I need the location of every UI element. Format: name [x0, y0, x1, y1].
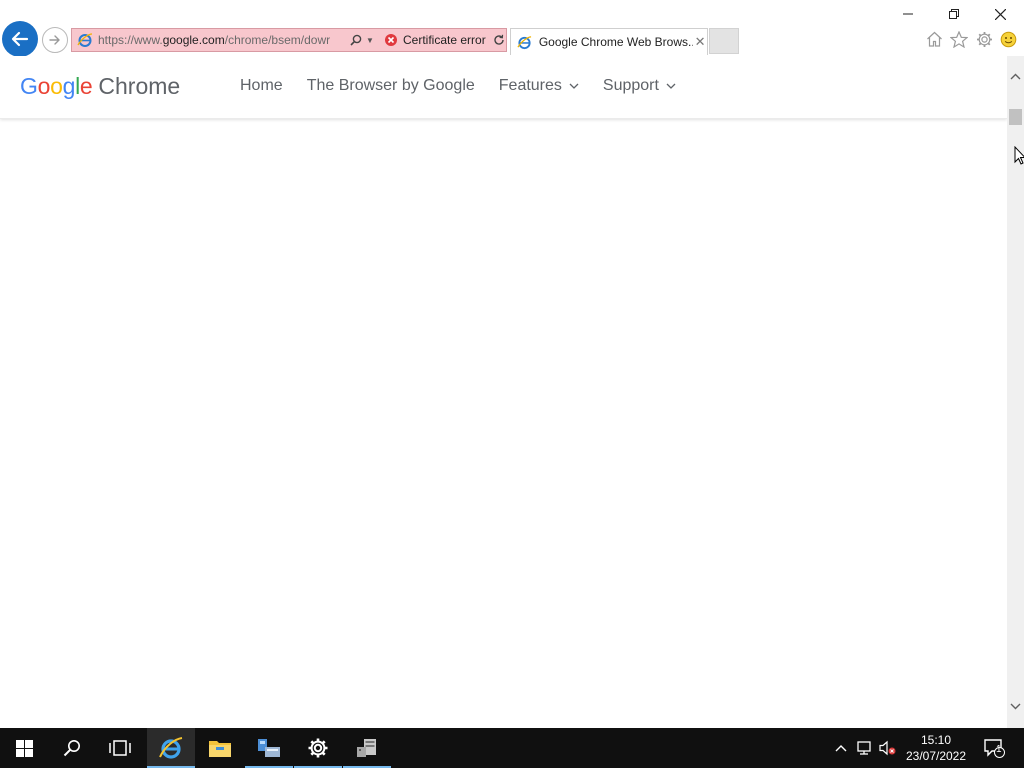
taskbar-file-explorer[interactable] — [196, 728, 244, 768]
page-viewport: Google Chrome Home The Browser by Google… — [0, 56, 1007, 728]
volume-muted-icon[interactable] — [879, 738, 897, 758]
network-manager-icon — [258, 739, 280, 757]
action-center-button[interactable]: 1 — [982, 736, 1006, 760]
scroll-down-button[interactable] — [1007, 698, 1024, 715]
certificate-error-label[interactable]: Certificate error — [403, 33, 486, 47]
nav-browser-by-google[interactable]: The Browser by Google — [307, 77, 475, 95]
logo-letter: o — [50, 73, 63, 99]
taskbar-internet-explorer[interactable] — [147, 728, 195, 768]
settings-gear-icon[interactable] — [974, 29, 994, 49]
close-icon — [994, 8, 1006, 20]
home-icon[interactable] — [924, 29, 944, 49]
logo-letter: G — [20, 73, 38, 99]
minimize-button[interactable] — [885, 0, 931, 28]
restore-icon — [949, 9, 959, 19]
back-arrow-icon — [11, 31, 29, 47]
chrome-wordmark: Chrome — [98, 73, 181, 99]
address-url[interactable]: https://www.google.com/chrome/bsem/dowr — [98, 33, 346, 47]
nav-support[interactable]: Support — [603, 77, 676, 95]
chevron-down-icon — [1010, 703, 1021, 710]
nav-home[interactable]: Home — [240, 77, 283, 95]
google-wordmark: Google — [20, 73, 93, 100]
feedback-smiley-icon[interactable] — [998, 29, 1018, 49]
network-tray-icon[interactable] — [856, 738, 874, 758]
start-icon — [15, 739, 33, 757]
settings-icon — [308, 738, 328, 758]
url-prefix: https://www. — [98, 33, 163, 47]
nav-features[interactable]: Features — [499, 77, 579, 95]
notification-count: 1 — [996, 744, 1002, 755]
taskbar-server-manager[interactable] — [343, 728, 391, 768]
chevron-down-icon — [569, 81, 579, 91]
tray-overflow-icon[interactable] — [832, 738, 850, 758]
address-dropdown-icon[interactable]: ▼ — [364, 36, 376, 45]
back-button[interactable] — [2, 21, 38, 57]
internet-explorer-icon — [159, 737, 183, 759]
mouse-cursor-icon — [1014, 146, 1024, 165]
minimize-icon — [903, 13, 913, 15]
search-icon[interactable] — [348, 34, 364, 46]
ie-page-icon — [76, 31, 94, 49]
ie-page-icon — [517, 34, 533, 50]
tab-google-chrome[interactable]: Google Chrome Web Brows... ✕ — [510, 28, 708, 55]
site-header: Google Chrome Home The Browser by Google… — [0, 56, 1007, 119]
forward-arrow-icon — [49, 35, 60, 45]
site-nav: Home The Browser by Google Features Supp… — [240, 77, 700, 95]
chevron-down-icon — [666, 81, 676, 91]
logo-letter: o — [37, 73, 51, 99]
taskbar-search-button[interactable] — [48, 728, 96, 768]
browser-chrome: https://www.google.com/chrome/bsem/dowr … — [0, 0, 1024, 57]
logo-letter: g — [62, 73, 76, 99]
clock-date: 23/07/2022 — [905, 749, 967, 763]
scroll-up-button[interactable] — [1007, 68, 1024, 85]
close-button[interactable] — [977, 0, 1023, 28]
favorites-star-icon[interactable] — [949, 29, 969, 49]
tab-title: Google Chrome Web Brows... — [538, 35, 694, 49]
forward-button[interactable] — [42, 27, 68, 53]
task-view-button[interactable] — [96, 728, 144, 768]
certificate-error-icon[interactable] — [384, 33, 398, 47]
clock-time: 15:10 — [920, 733, 952, 747]
chevron-up-icon — [1010, 73, 1021, 80]
start-button[interactable] — [0, 728, 48, 768]
taskbar-network-app[interactable] — [245, 728, 293, 768]
logo-letter: e — [79, 73, 93, 99]
restore-button[interactable] — [931, 0, 977, 28]
search-icon — [63, 740, 80, 757]
nav-features-label: Features — [498, 77, 562, 94]
url-path: /chrome/bsem/dowr — [224, 33, 331, 47]
server-manager-icon — [357, 739, 376, 757]
task-view-icon — [109, 740, 131, 756]
taskbar-settings[interactable] — [294, 728, 342, 768]
tab-close-icon[interactable]: ✕ — [693, 34, 707, 50]
taskbar-clock[interactable]: 15:10 23/07/2022 — [902, 732, 970, 764]
nav-support-label: Support — [602, 77, 659, 94]
google-chrome-logo[interactable]: Google Chrome — [20, 73, 180, 100]
taskbar: 15:10 23/07/2022 1 — [0, 728, 1024, 768]
scroll-thumb[interactable] — [1009, 109, 1022, 125]
address-bar[interactable]: https://www.google.com/chrome/bsem/dowr … — [71, 28, 507, 52]
url-host: google.com — [162, 33, 225, 47]
new-tab-button[interactable] — [709, 28, 739, 54]
refresh-icon[interactable] — [492, 34, 506, 46]
file-explorer-icon — [209, 741, 231, 757]
